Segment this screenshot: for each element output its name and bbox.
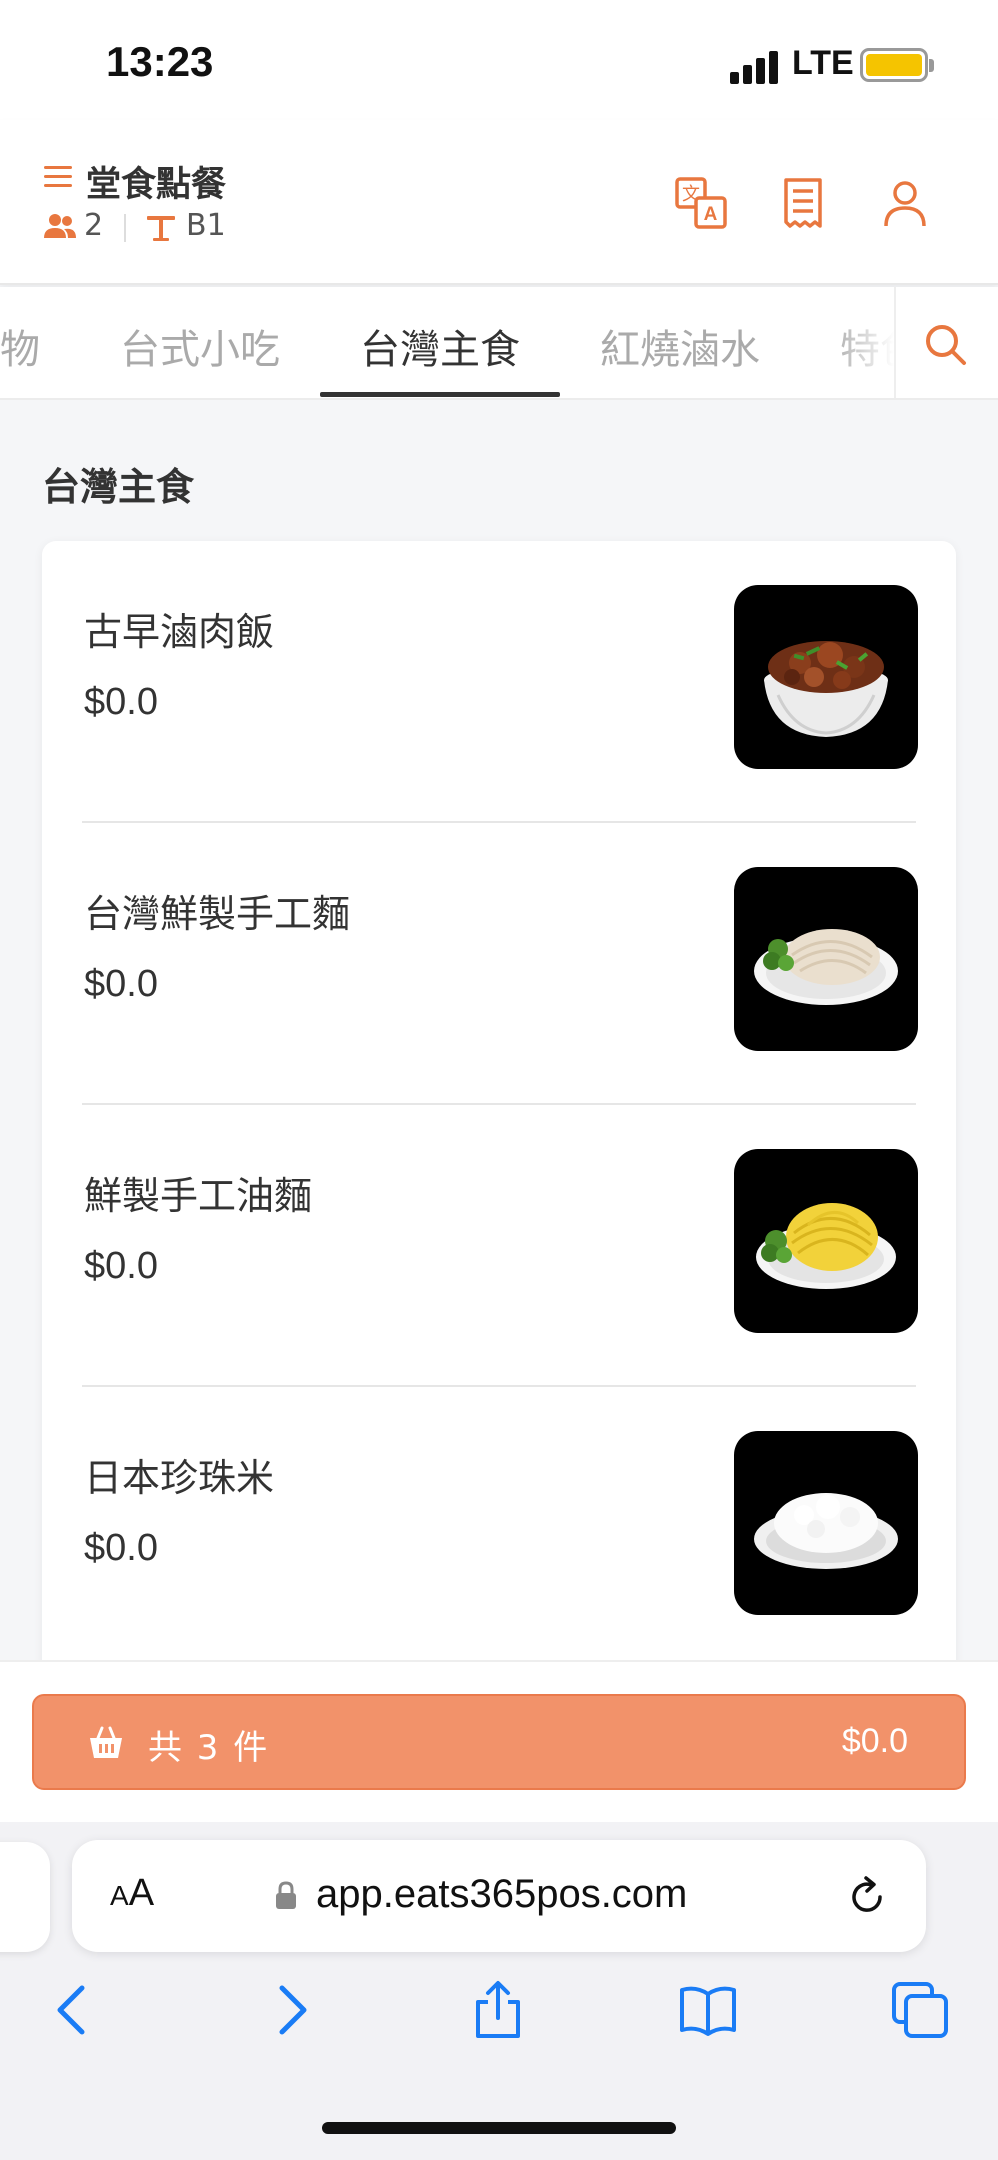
- signal-icon: [730, 50, 782, 84]
- svg-text:A: A: [704, 204, 718, 225]
- menu-item[interactable]: 鮮製手工油麵 $0.0: [42, 1105, 956, 1387]
- shopping-basket-icon: [90, 1726, 122, 1758]
- handmade-noodles-icon: [734, 867, 918, 1051]
- table-number: B1: [186, 208, 226, 243]
- search-icon: [926, 325, 966, 365]
- tab-category-0[interactable]: 物: [0, 317, 40, 375]
- item-name: 古早滷肉飯: [84, 610, 275, 654]
- tab-category-1[interactable]: 台式小吃: [120, 317, 280, 375]
- status-time: 13:23: [106, 38, 214, 85]
- braised-pork-rice-icon: [734, 585, 918, 769]
- network-label: LTE: [792, 44, 854, 82]
- item-price: $0.0: [84, 1245, 158, 1287]
- item-name: 台灣鮮製手工麵: [84, 892, 351, 936]
- browser-chrome: AA app.eats365pos.com: [0, 1822, 998, 2160]
- menu-item[interactable]: 古早滷肉飯 $0.0: [42, 541, 956, 823]
- page-title: 堂食點餐: [86, 165, 227, 205]
- translate-icon[interactable]: 文 A: [674, 176, 728, 230]
- menu-item-list: 古早滷肉飯 $0.0 台灣鮮製手工麵 $0.0 鮮製手工油麵 $0.0 日本珍珠…: [42, 541, 956, 1681]
- lock-icon: [276, 1881, 296, 1909]
- back-icon[interactable]: [44, 1980, 104, 2040]
- app-header: 堂食點餐 2 B1 文 A: [0, 120, 998, 285]
- status-bar: 13:23 LTE: [0, 0, 998, 120]
- category-tabs: 物 台式小吃 台灣主食 紅燒滷水 特色: [0, 287, 998, 400]
- table-icon: [147, 216, 175, 241]
- user-profile-icon[interactable]: [878, 176, 932, 230]
- section-title: 台灣主食: [42, 465, 195, 509]
- url-text: app.eats365pos.com: [316, 1872, 688, 1916]
- address-bar[interactable]: AA app.eats365pos.com: [72, 1840, 926, 1952]
- cart-count: 共 3 件: [148, 1728, 270, 1768]
- item-price: $0.0: [84, 681, 158, 723]
- reader-settings-button[interactable]: AA: [110, 1872, 154, 1915]
- active-tab-indicator: [320, 392, 560, 397]
- item-name: 日本珍珠米: [84, 1456, 275, 1500]
- receipt-icon[interactable]: [776, 176, 830, 230]
- share-icon[interactable]: [468, 1980, 528, 2040]
- guest-count: 2: [84, 208, 104, 243]
- tabs-icon[interactable]: [890, 1980, 950, 2040]
- cart-total: $0.0: [841, 1722, 908, 1760]
- view-cart-button[interactable]: 共 3 件 $0.0: [32, 1694, 966, 1790]
- tab-category-3[interactable]: 紅燒滷水: [600, 317, 760, 375]
- cart-bar: 共 3 件 $0.0: [0, 1660, 998, 1822]
- menu-item[interactable]: 台灣鮮製手工麵 $0.0: [42, 823, 956, 1105]
- white-rice-icon: [734, 1431, 918, 1615]
- guests-icon: [44, 214, 76, 238]
- home-indicator: [322, 2122, 676, 2134]
- forward-icon[interactable]: [260, 1980, 320, 2040]
- item-price: $0.0: [84, 963, 158, 1005]
- menu-item[interactable]: 日本珍珠米 $0.0: [42, 1387, 956, 1669]
- item-price: $0.0: [84, 1527, 158, 1569]
- search-button[interactable]: [894, 287, 998, 398]
- item-name: 鮮製手工油麵: [84, 1174, 313, 1218]
- reload-icon[interactable]: [846, 1876, 888, 1918]
- battery-icon: [860, 48, 928, 82]
- bookmarks-icon[interactable]: [678, 1980, 738, 2040]
- hamburger-menu-icon[interactable]: [44, 166, 72, 190]
- previous-tab-preview[interactable]: [0, 1842, 50, 1952]
- yellow-oil-noodles-icon: [734, 1149, 918, 1333]
- tab-category-2[interactable]: 台灣主食: [360, 317, 520, 375]
